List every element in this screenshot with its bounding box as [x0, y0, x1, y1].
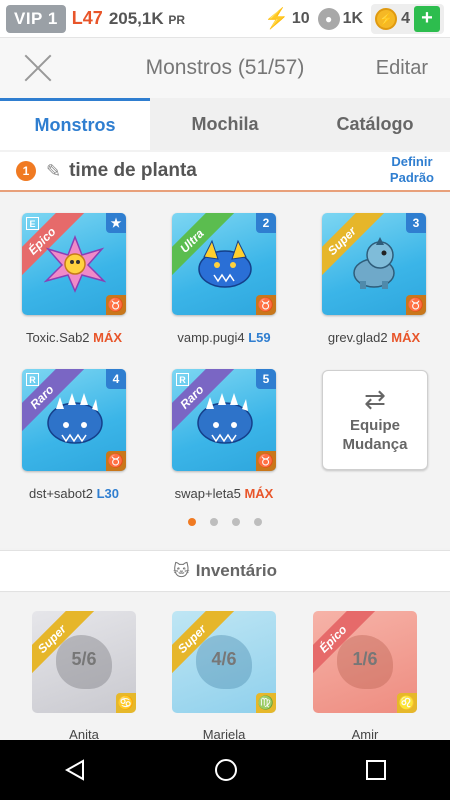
coin-counter[interactable]: ⚡ 4 +: [371, 3, 444, 34]
swap-team-line1: Equipe: [349, 417, 400, 434]
tab-monstros[interactable]: Monstros: [0, 98, 150, 150]
slot-number-badge: 4: [106, 369, 126, 389]
cancer-zodiac-icon: ♋: [116, 693, 136, 713]
slot-number-badge: 2: [256, 213, 276, 233]
inventory-card[interactable]: Super 5/6 ♋: [32, 611, 136, 713]
page-dot[interactable]: [254, 518, 262, 526]
tab-mochila[interactable]: Mochila: [150, 98, 300, 150]
swap-arrows-icon: ⇄: [364, 384, 386, 414]
inventory-card[interactable]: Épico 1/6 ♌: [313, 611, 417, 713]
inventory-title: Inventário: [195, 561, 277, 580]
inventory-name: Anita: [69, 727, 99, 741]
swap-team-line2: Mudança: [342, 436, 408, 453]
swap-team-button[interactable]: ⇄ Equipe Mudança: [322, 370, 428, 470]
taurus-zodiac-icon: ♉: [106, 295, 126, 315]
inventory-header: 🐱︎ Inventário: [0, 550, 450, 592]
monster-dst-sabot-image: [47, 393, 103, 444]
monster-level: L30: [96, 486, 119, 501]
monster-name: grev.glad2: [327, 330, 388, 345]
paw-icon: ●: [317, 7, 340, 30]
resources-group: ⚡ 10 ● 1K ⚡ 4 +: [264, 3, 444, 34]
taurus-zodiac-icon: ♉: [256, 451, 276, 471]
taurus-zodiac-icon: ♉: [106, 451, 126, 471]
monster-toxic-sab-image: [44, 235, 106, 293]
monster-grev-glad-image: [353, 237, 395, 289]
inventory-grid: Super 5/6 ♋ Anita Super 4/6 ♍ Mariela Ép…: [0, 593, 450, 741]
inventory-card[interactable]: Super 4/6 ♍: [172, 611, 276, 713]
top-status-bar: VIP 1 L47 205,1K PR ⚡ 10 ● 1K ⚡ 4 +: [0, 0, 450, 38]
fragment-count: 5/6: [71, 649, 97, 669]
monster-level: L59: [248, 330, 271, 345]
team-selector-row: 1 ✎ time de planta Definir Padrão: [0, 152, 450, 192]
page-dot-active[interactable]: [188, 518, 196, 526]
inventory-name: Mariela: [202, 727, 246, 741]
coin-value: 4: [401, 9, 410, 27]
monster-name: dst+sabot2: [29, 486, 93, 501]
slot-number-badge: 3: [406, 213, 426, 233]
monster-name: vamp.pugi4: [177, 330, 245, 345]
monster-label: dst+sabot2 L30: [4, 486, 144, 501]
monster-name: swap+leta5: [174, 486, 241, 501]
monster-level: MÁX: [93, 330, 123, 345]
star-icon: ★: [106, 213, 126, 233]
energy-counter[interactable]: ⚡ 10: [264, 6, 310, 31]
monster-name: Toxic.Sab2: [25, 330, 90, 345]
virgo-zodiac-icon: ♍: [256, 693, 276, 713]
vip-badge[interactable]: VIP 1: [6, 4, 66, 33]
taurus-zodiac-icon: ♉: [256, 295, 276, 315]
fragment-count: 1/6: [352, 649, 378, 669]
swap-team-label: Equipe Mudança: [342, 416, 407, 454]
player-level: L47: [71, 8, 103, 28]
monster-card[interactable]: Super 3 ♉: [322, 213, 426, 315]
tab-catalogo[interactable]: Catálogo: [300, 98, 450, 150]
page-dot[interactable]: [232, 518, 240, 526]
class-badge: E: [26, 217, 39, 230]
power-unit: PR: [168, 12, 186, 27]
food-counter[interactable]: ● 1K: [317, 7, 364, 30]
page-indicator: [0, 518, 450, 526]
leo-zodiac-icon: ♌: [397, 693, 417, 713]
taurus-zodiac-icon: ♉: [406, 295, 426, 315]
monster-card[interactable]: Raro R 5 ♉: [172, 369, 276, 471]
team-number-badge[interactable]: 1: [16, 161, 36, 181]
power-rating: 205,1K PR: [109, 9, 185, 29]
monster-card[interactable]: Épico E ★ ♉: [22, 213, 126, 315]
back-icon[interactable]: [63, 758, 87, 782]
power-value: 205,1K: [108, 8, 164, 28]
monster-level: MÁX: [244, 486, 274, 501]
class-badge: R: [176, 373, 189, 386]
add-coins-button[interactable]: +: [414, 5, 440, 32]
monster-card[interactable]: Raro R 4 ♉: [22, 369, 126, 471]
monster-level: MÁX: [391, 330, 421, 345]
set-default-line2: Padrão: [389, 170, 434, 185]
home-icon[interactable]: [213, 757, 239, 783]
monster-swap-leta-image: [197, 393, 253, 444]
class-badge: R: [26, 373, 39, 386]
lightning-icon: ⚡: [263, 8, 289, 30]
page-dot[interactable]: [210, 518, 218, 526]
fragment-count: 4/6: [211, 649, 237, 669]
edit-button[interactable]: Editar: [376, 57, 428, 80]
team-name[interactable]: time de planta: [69, 160, 197, 182]
cat-face-icon: 🐱︎: [173, 563, 190, 580]
system-navigation-bar: [0, 740, 450, 800]
monster-card[interactable]: Ultra 2 ♉: [172, 213, 276, 315]
monster-label: Toxic.Sab2 MÁX: [4, 330, 144, 345]
pencil-icon[interactable]: ✎: [46, 161, 61, 182]
recent-apps-icon[interactable]: [365, 759, 387, 781]
food-value: 1K: [342, 9, 364, 27]
inventory-name: Amir: [351, 727, 379, 741]
tab-bar: Monstros Mochila Catálogo: [0, 98, 450, 150]
monster-label: grev.glad2 MÁX: [304, 330, 444, 345]
set-default-button[interactable]: Definir Padrão: [390, 154, 434, 186]
slot-number-badge: 5: [256, 369, 276, 389]
monster-label: swap+leta5 MÁX: [154, 486, 294, 501]
energy-value: 10: [291, 9, 310, 27]
monster-label: vamp.pugi4 L59: [154, 330, 294, 345]
page-header: Monstros (51/57) Editar: [0, 38, 450, 98]
monster-vamp-pugi-image: [198, 239, 252, 288]
coin-icon: ⚡: [375, 7, 398, 30]
set-default-line1: Definir: [391, 154, 433, 169]
